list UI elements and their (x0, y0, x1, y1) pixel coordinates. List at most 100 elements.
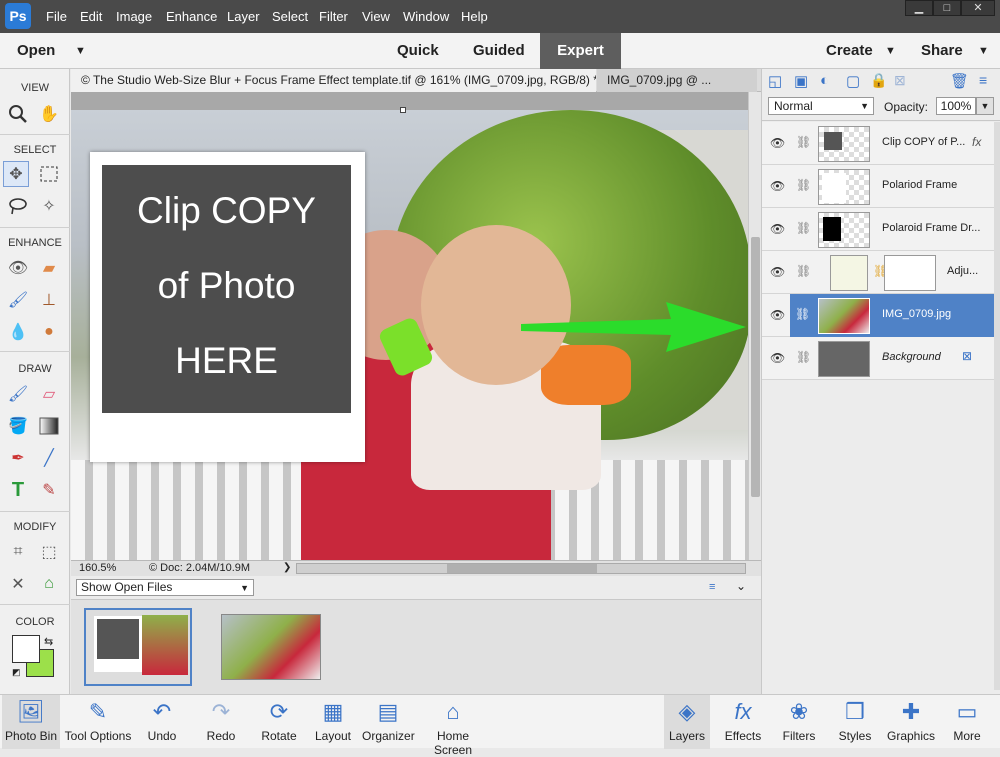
home-screen-button[interactable]: ⌂ Home Screen (418, 695, 488, 757)
collapse-bin-icon[interactable]: ⌄ (736, 579, 746, 593)
canvas-area[interactable]: Clip COPY of Photo HERE (71, 92, 748, 560)
healing-brush-icon[interactable]: ▰ (36, 255, 62, 281)
clone-stamp-icon[interactable]: ⊥ (36, 287, 62, 313)
minimize-button[interactable]: ▁ (905, 0, 933, 16)
lasso-tool-icon[interactable] (5, 193, 31, 219)
opacity-dropdown-icon[interactable]: ▼ (976, 97, 994, 115)
hscroll-thumb[interactable] (447, 564, 597, 573)
content-aware-move-icon[interactable]: ✕ (5, 571, 31, 597)
visibility-eye-icon[interactable]: 👁 (770, 265, 785, 279)
eyedropper-tool-icon[interactable]: ✒ (5, 445, 31, 471)
visibility-eye-icon[interactable]: 👁 (770, 351, 785, 365)
new-group-icon[interactable]: ▣ (794, 72, 808, 90)
menu-window[interactable]: Window (403, 9, 449, 24)
menu-image[interactable]: Image (116, 9, 152, 24)
graphics-button[interactable]: ✚ Graphics (886, 695, 936, 749)
pencil-tool-icon[interactable]: ✎ (36, 477, 62, 503)
layer-clip-copy[interactable]: 👁 ⛓ Clip COPY of P... fx (762, 122, 994, 165)
rotate-button[interactable]: ⟳ Rotate (256, 695, 302, 749)
blend-mode-select[interactable]: Normal ▼ (768, 97, 874, 115)
tab-expert[interactable]: Expert (540, 33, 621, 69)
tab-guided[interactable]: Guided (473, 42, 525, 59)
undo-button[interactable]: ↶ Undo (140, 695, 184, 749)
thumbnail-img0709[interactable] (221, 614, 321, 680)
layers-menu-icon[interactable]: ≡ (979, 72, 987, 88)
menu-filter[interactable]: Filter (319, 9, 348, 24)
open-button[interactable]: Open (17, 42, 55, 59)
layer-img0709-row[interactable]: 👁 ⛓ IMG_0709.jpg (762, 294, 994, 337)
scroll-thumb[interactable] (751, 237, 760, 497)
paint-bucket-icon[interactable]: 🪣 (5, 413, 31, 439)
layer-adjustment[interactable]: 👁 ⛓ ⛓ Adju... (762, 251, 994, 294)
new-layer-icon[interactable]: ◱ (768, 72, 782, 90)
quick-selection-tool-icon[interactable]: ✧ (36, 193, 62, 219)
straighten-tool-icon[interactable]: ⌂ (36, 571, 62, 597)
transform-handle[interactable] (400, 107, 406, 113)
link-icon[interactable]: ⛓ (796, 178, 811, 192)
bin-menu-icon[interactable]: ≡ (709, 581, 715, 593)
share-dropdown-icon[interactable]: ▼ (978, 45, 989, 57)
link-icon[interactable]: ⛓ (796, 264, 811, 278)
styles-button[interactable]: ❒ Styles (832, 695, 878, 749)
brush-tool-icon[interactable]: 🖌 (5, 381, 31, 407)
menu-file[interactable]: File (46, 9, 67, 24)
visibility-eye-icon[interactable]: 👁 (770, 179, 785, 193)
zoom-tool-icon[interactable] (5, 101, 31, 127)
organizer-button[interactable]: ▤ Organizer (362, 695, 415, 749)
visibility-eye-icon[interactable]: 👁 (770, 308, 785, 322)
line-tool-icon[interactable]: ╱ (36, 445, 62, 471)
layers-button[interactable]: ◈ Layers (664, 695, 710, 749)
lock-transparent-icon[interactable]: ⊠ (894, 72, 906, 89)
hand-tool-icon[interactable]: ✋ (36, 101, 62, 127)
blur-tool-icon[interactable]: 💧 (5, 319, 31, 345)
tab-quick[interactable]: Quick (397, 42, 439, 59)
type-tool-icon[interactable]: T (5, 477, 31, 503)
filters-button[interactable]: ❀ Filters (776, 695, 822, 749)
link-icon[interactable]: ⛓ (795, 307, 810, 321)
layer-mask-icon[interactable]: ▢ (846, 72, 860, 90)
visibility-eye-icon[interactable]: 👁 (770, 222, 785, 236)
vertical-scrollbar[interactable] (748, 92, 761, 560)
menu-enhance[interactable]: Enhance (166, 9, 217, 24)
move-tool-icon[interactable]: ✥ (3, 161, 29, 187)
link-icon[interactable]: ⛓ (796, 350, 811, 364)
visibility-eye-icon[interactable]: 👁 (770, 136, 785, 150)
background-lock-icon[interactable]: ⊠ (962, 349, 972, 363)
layer-polaroid-frame-drop[interactable]: 👁 ⛓ Polaroid Frame Dr... (762, 208, 994, 251)
default-colors-icon[interactable]: ◩ (12, 667, 21, 678)
opacity-field[interactable]: 100% (936, 97, 976, 115)
menu-layer[interactable]: Layer (227, 9, 260, 24)
layout-button[interactable]: ▦ Layout (311, 695, 355, 749)
recompose-tool-icon[interactable]: ⬚ (36, 539, 62, 565)
link-icon[interactable]: ⛓ (796, 221, 811, 235)
zoom-level[interactable]: 160.5% (79, 562, 116, 574)
tab-template[interactable]: © The Studio Web-Size Blur + Focus Frame… (71, 69, 596, 92)
crop-tool-icon[interactable]: ⌗ (5, 539, 31, 565)
tab-img0709[interactable]: IMG_0709.jpg @ ... (597, 69, 757, 92)
effects-button[interactable]: fx Effects (719, 695, 767, 749)
foreground-color-swatch[interactable] (12, 635, 40, 663)
adjustment-layer-icon[interactable]: ◐ (820, 72, 829, 89)
menu-edit[interactable]: Edit (80, 9, 102, 24)
link-icon[interactable]: ⛓ (796, 135, 811, 149)
marquee-tool-icon[interactable] (36, 161, 62, 187)
photo-bin-button[interactable]: 🖼 Photo Bin (2, 695, 60, 749)
create-dropdown-icon[interactable]: ▼ (885, 45, 896, 57)
layers-scrollbar[interactable] (994, 122, 1000, 690)
share-button[interactable]: Share (921, 42, 963, 59)
status-arrow-icon[interactable]: ❯ (283, 562, 291, 573)
eraser-tool-icon[interactable]: ▱ (36, 381, 62, 407)
more-button[interactable]: ▭ More (944, 695, 990, 749)
bin-source-dropdown[interactable]: Show Open Files ▼ (76, 579, 254, 596)
layer-polariod-frame[interactable]: 👁 ⛓ Polariod Frame (762, 165, 994, 208)
lock-all-icon[interactable]: 🔒 (870, 72, 887, 89)
open-dropdown-icon[interactable]: ▼ (75, 45, 86, 57)
sponge-tool-icon[interactable]: ● (36, 319, 62, 345)
layer-background[interactable]: 👁 ⛓ Background ⊠ (762, 337, 994, 380)
close-button[interactable]: ✕ (961, 0, 995, 16)
create-button[interactable]: Create (826, 42, 873, 59)
tool-options-button[interactable]: ✎ Tool Options (64, 695, 132, 749)
smart-brush-icon[interactable]: 🖌 (5, 287, 31, 313)
swap-colors-icon[interactable]: ⇆ (44, 635, 53, 648)
horizontal-scrollbar[interactable] (296, 563, 746, 574)
